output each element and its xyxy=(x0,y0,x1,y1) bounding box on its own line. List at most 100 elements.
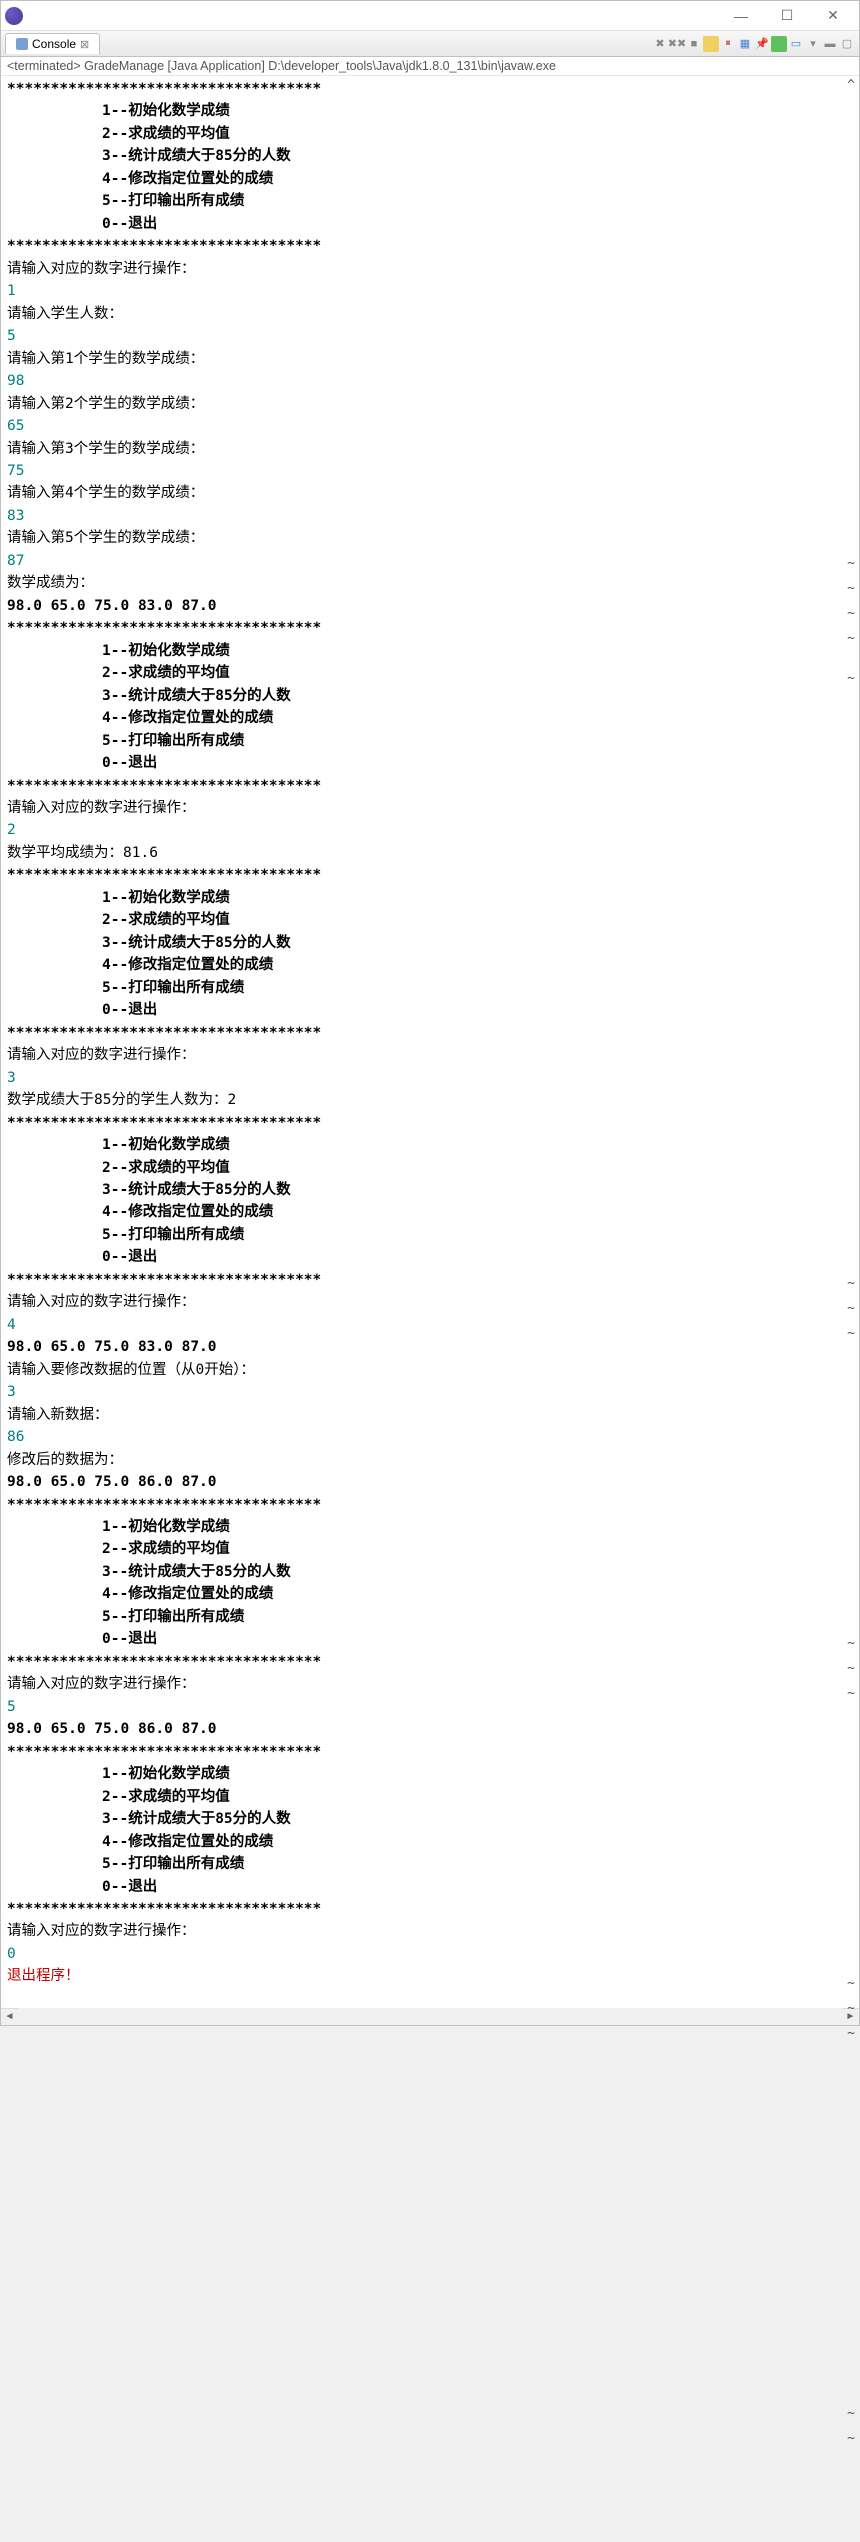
mark-tilde: ~ xyxy=(847,606,855,621)
out-line: 1--初始化数学成绩 xyxy=(7,100,853,122)
in-line: 98 xyxy=(7,370,853,392)
in-line: 0 xyxy=(7,1943,853,1965)
out-line: 请输入第2个学生的数学成绩： xyxy=(7,393,853,415)
eclipse-icon xyxy=(5,7,23,25)
out-line: 1--初始化数学成绩 xyxy=(7,887,853,909)
display-icon[interactable] xyxy=(771,36,787,52)
in-line: 75 xyxy=(7,460,853,482)
out-line: 请输入对应的数字进行操作： xyxy=(7,797,853,819)
horizontal-scrollbar[interactable]: ◄ ► xyxy=(1,2008,859,2025)
console-tab[interactable]: Console ⊠ xyxy=(5,33,100,54)
out-line: 0--退出 xyxy=(7,1246,853,1268)
out-line: 0--退出 xyxy=(7,213,853,235)
in-line: 1 xyxy=(7,280,853,302)
close-button[interactable]: ✕ xyxy=(819,6,847,26)
out-line: 请输入对应的数字进行操作： xyxy=(7,1673,853,1695)
pin-icon[interactable]: 📌 xyxy=(754,36,770,52)
out-line: 98.0 65.0 75.0 83.0 87.0 xyxy=(7,1336,853,1358)
out-line: 请输入第4个学生的数学成绩： xyxy=(7,482,853,504)
out-line: 请输入第1个学生的数学成绩： xyxy=(7,348,853,370)
in-line: 86 xyxy=(7,1426,853,1448)
scroll-lock-icon[interactable]: ⏸ xyxy=(720,36,736,52)
out-line: 数学成绩为： xyxy=(7,572,853,594)
mark-tilde: ~ xyxy=(847,671,855,686)
out-line: ************************************ xyxy=(7,617,853,639)
minimize-button[interactable]: — xyxy=(727,6,755,26)
out-line: 请输入新数据： xyxy=(7,1404,853,1426)
out-line: 请输入第5个学生的数学成绩： xyxy=(7,527,853,549)
out-line: 3--统计成绩大于85分的人数 xyxy=(7,1179,853,1201)
dropdown-icon[interactable]: ▾ xyxy=(805,36,821,52)
mark-tilde: ~ xyxy=(847,1976,855,1991)
out-line: ************************************ xyxy=(7,864,853,886)
out-line: 数学平均成绩为：81.6 xyxy=(7,842,853,864)
in-line: 2 xyxy=(7,819,853,841)
out-line: 1--初始化数学成绩 xyxy=(7,1134,853,1156)
out-line: 98.0 65.0 75.0 86.0 87.0 xyxy=(7,1718,853,1740)
out-line: 2--求成绩的平均值 xyxy=(7,1538,853,1560)
titlebar: — ☐ ✕ xyxy=(1,1,859,31)
out-line: 请输入要修改数据的位置（从0开始）： xyxy=(7,1359,853,1381)
in-line: 65 xyxy=(7,415,853,437)
out-line: 3--统计成绩大于85分的人数 xyxy=(7,932,853,954)
err-line: 退出程序！ xyxy=(7,1965,853,1987)
out-line: 5--打印输出所有成绩 xyxy=(7,730,853,752)
out-line: 4--修改指定位置处的成绩 xyxy=(7,1583,853,1605)
out-line: 4--修改指定位置处的成绩 xyxy=(7,168,853,190)
out-line: 4--修改指定位置处的成绩 xyxy=(7,954,853,976)
in-line: 87 xyxy=(7,550,853,572)
out-line: 5--打印输出所有成绩 xyxy=(7,1853,853,1875)
out-line: ************************************ xyxy=(7,1022,853,1044)
scroll-track[interactable] xyxy=(18,2008,842,2025)
out-line: 3--统计成绩大于85分的人数 xyxy=(7,1561,853,1583)
out-line: 请输入对应的数字进行操作： xyxy=(7,1044,853,1066)
in-line: 5 xyxy=(7,1696,853,1718)
out-line: 0--退出 xyxy=(7,1628,853,1650)
console-toolbar: ✖ ✖✖ ■ ⏸ ▦ 📌 ▭ ▾ ▬ ▢ xyxy=(652,36,855,52)
out-line: 2--求成绩的平均值 xyxy=(7,909,853,931)
out-line: 1--初始化数学成绩 xyxy=(7,640,853,662)
out-line: 1--初始化数学成绩 xyxy=(7,1516,853,1538)
out-line: 请输入对应的数字进行操作： xyxy=(7,1291,853,1313)
in-line: 4 xyxy=(7,1314,853,1336)
tab-x-icon: ⊠ xyxy=(80,38,89,51)
max-view-icon[interactable]: ▢ xyxy=(839,36,855,52)
console-icon xyxy=(16,38,28,50)
mark-tilde: ~ xyxy=(847,2406,855,2421)
out-line: 2--求成绩的平均值 xyxy=(7,662,853,684)
show-when-icon[interactable]: ▦ xyxy=(737,36,753,52)
out-line: 4--修改指定位置处的成绩 xyxy=(7,1201,853,1223)
mark-tilde: ~ xyxy=(847,2026,855,2041)
tab-label: Console xyxy=(32,37,76,51)
out-line: 5--打印输出所有成绩 xyxy=(7,1224,853,1246)
open-console-icon[interactable]: ▭ xyxy=(788,36,804,52)
in-line: 3 xyxy=(7,1067,853,1089)
out-line: 0--退出 xyxy=(7,1876,853,1898)
out-line: 请输入学生人数： xyxy=(7,303,853,325)
mark-tilde: ~ xyxy=(847,556,855,571)
min-view-icon[interactable]: ▬ xyxy=(822,36,838,52)
out-line: ************************************ xyxy=(7,1112,853,1134)
clear-icon[interactable] xyxy=(703,36,719,52)
out-line: ************************************ xyxy=(7,78,853,100)
out-line: 2--求成绩的平均值 xyxy=(7,1157,853,1179)
remove-launch-icon[interactable]: ✖ xyxy=(652,36,668,52)
remove-all-icon[interactable]: ✖✖ xyxy=(669,36,685,52)
out-line: 请输入第3个学生的数学成绩： xyxy=(7,438,853,460)
out-line: ************************************ xyxy=(7,1494,853,1516)
mark-tilde: ~ xyxy=(847,1301,855,1316)
out-line: ************************************ xyxy=(7,775,853,797)
out-line: 4--修改指定位置处的成绩 xyxy=(7,1831,853,1853)
mark-tilde: ~ xyxy=(847,1686,855,1701)
out-line: 请输入对应的数字进行操作： xyxy=(7,258,853,280)
mark-tilde: ~ xyxy=(847,2431,855,2446)
console-output[interactable]: ^ ~ ~ ~ ~ ~ ~ ~ ~ ~ ~ ~ ~ ~ ~ ~ ~ ******… xyxy=(1,76,859,2008)
terminate-icon[interactable]: ■ xyxy=(686,36,702,52)
scroll-left-icon[interactable]: ◄ xyxy=(1,2008,18,2025)
mark-tilde: ~ xyxy=(847,1636,855,1651)
mark-tilde: ~ xyxy=(847,1661,855,1676)
out-line: 0--退出 xyxy=(7,999,853,1021)
maximize-button[interactable]: ☐ xyxy=(773,6,801,26)
out-line: 修改后的数据为： xyxy=(7,1449,853,1471)
out-line: 98.0 65.0 75.0 83.0 87.0 xyxy=(7,595,853,617)
